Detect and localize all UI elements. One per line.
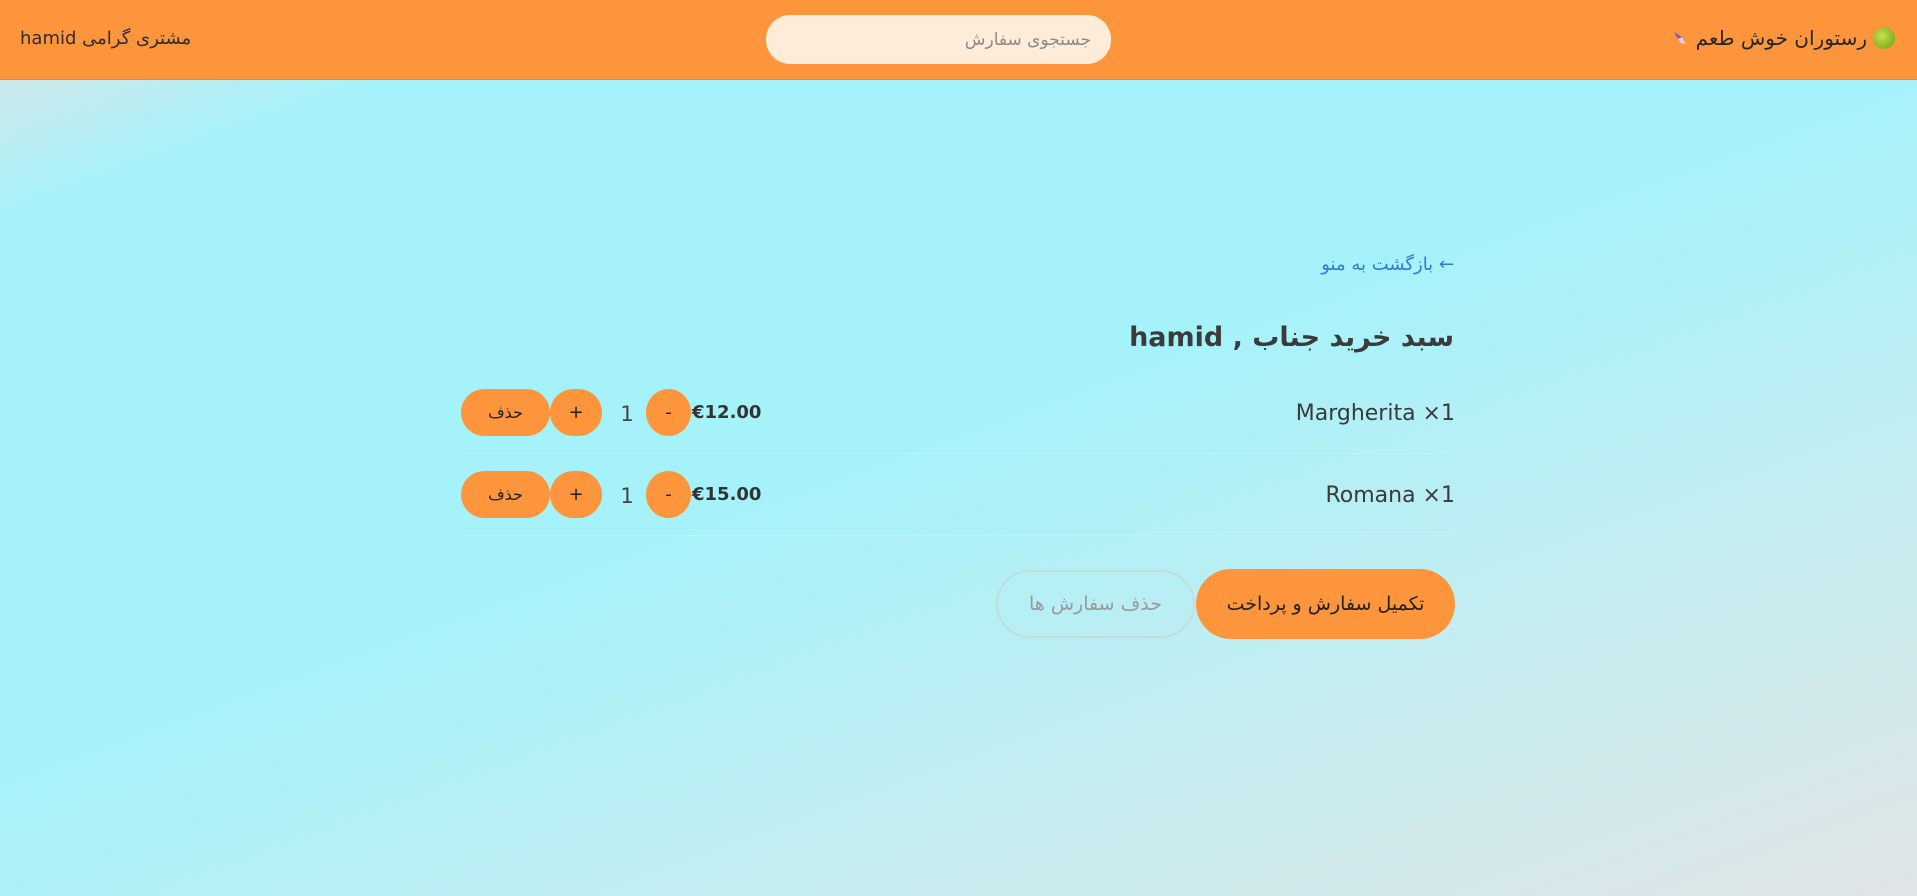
- page-title: سبد خرید جناب , hamid: [1129, 322, 1454, 353]
- search-input[interactable]: [766, 15, 1111, 64]
- brand-name: رستوران خوش طعم: [1695, 26, 1867, 50]
- top-bar: رستوران خوش طعم مشتری گرامی hamid: [0, 0, 1917, 80]
- food-icon: [1873, 27, 1895, 49]
- item-name: Romana ×1: [1325, 483, 1455, 508]
- delete-item-button[interactable]: حذف: [461, 389, 550, 436]
- item-name: Margherita ×1: [1295, 401, 1455, 426]
- item-price: €12.00: [692, 402, 762, 423]
- cart-item-row: Margherita ×1 €12.00 - 1 + حذف: [461, 372, 1455, 454]
- increase-quantity-button[interactable]: +: [550, 389, 602, 436]
- clear-orders-button[interactable]: حذف سفارش ها: [996, 570, 1195, 638]
- item-quantity: 1: [620, 402, 634, 426]
- utensils-icon: [1673, 32, 1686, 44]
- item-quantity: 1: [620, 484, 634, 508]
- checkout-button[interactable]: تکمیل سفارش و پرداخت: [1196, 569, 1455, 639]
- item-price: €15.00: [692, 484, 762, 505]
- user-greeting: مشتری گرامی hamid: [20, 28, 192, 49]
- cart-item-row: Romana ×1 €15.00 - 1 + حذف: [461, 454, 1455, 536]
- decrease-quantity-button[interactable]: -: [646, 471, 691, 518]
- brand[interactable]: رستوران خوش طعم: [1672, 26, 1895, 50]
- increase-quantity-button[interactable]: +: [550, 471, 602, 518]
- back-to-menu-link[interactable]: ← بازگشت به منو: [1321, 254, 1454, 275]
- decrease-quantity-button[interactable]: -: [646, 389, 691, 436]
- delete-item-button[interactable]: حذف: [461, 471, 550, 518]
